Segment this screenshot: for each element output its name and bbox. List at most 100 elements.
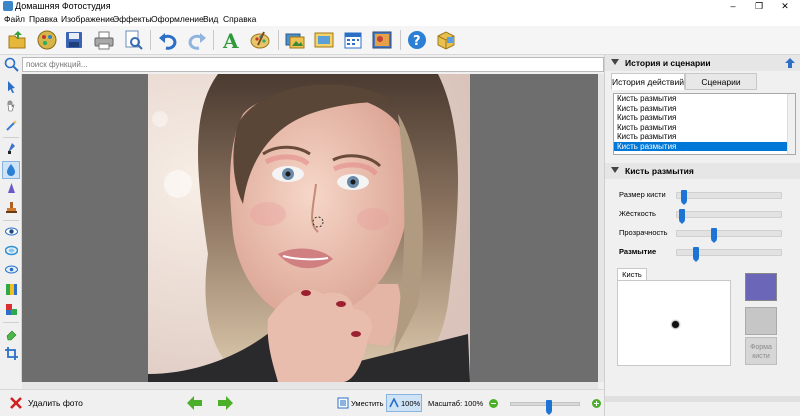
- history-scrollbar[interactable]: [787, 94, 795, 154]
- history-item[interactable]: Кисть размытия: [614, 132, 795, 142]
- delete-photo-button[interactable]: Удалить фото: [8, 395, 98, 411]
- box-icon[interactable]: [435, 29, 457, 51]
- menu-effects[interactable]: Эффекты: [113, 14, 152, 24]
- print-icon[interactable]: [93, 29, 115, 51]
- main-toolbar: A ?: [0, 26, 800, 55]
- next-photo-icon[interactable]: [217, 396, 233, 410]
- hand-icon[interactable]: [5, 99, 18, 112]
- slider-track[interactable]: [676, 247, 782, 262]
- collage-icon[interactable]: [371, 29, 393, 51]
- zoom-slider[interactable]: [510, 400, 580, 415]
- palette-disc-icon[interactable]: [36, 29, 58, 51]
- zoom-value: 100%: [464, 399, 484, 408]
- preview-icon[interactable]: [122, 29, 144, 51]
- history-item[interactable]: Кисть размытия: [614, 141, 795, 151]
- eye-outline-icon[interactable]: [5, 263, 18, 276]
- minimize-button[interactable]: –: [720, 0, 746, 13]
- tool-separator: [3, 220, 19, 221]
- slider-thumb[interactable]: [711, 228, 718, 243]
- smooth-icon[interactable]: [4, 244, 19, 257]
- pointer-icon[interactable]: [5, 80, 18, 94]
- brush-title: Кисть размытия: [625, 166, 694, 176]
- brush-shape-button[interactable]: Форма кисти: [745, 337, 777, 365]
- delete-label: Удалить фото: [28, 398, 83, 408]
- window-title: Домашняя Фотостудия: [15, 1, 111, 11]
- title-bar: Домашняя Фотостудия – ❐ ✕: [0, 0, 800, 13]
- redo-icon[interactable]: [186, 29, 208, 51]
- slider-thumb[interactable]: [681, 190, 688, 205]
- history-item[interactable]: Кисть размытия: [614, 113, 795, 123]
- sharpen-drop-icon[interactable]: [5, 182, 18, 195]
- history-header: История и сценарии: [605, 55, 800, 71]
- calendar-icon[interactable]: [342, 29, 364, 51]
- secondary-color-swatch[interactable]: [745, 307, 777, 335]
- magic-wand-icon[interactable]: [5, 119, 18, 132]
- tool-separator: [3, 322, 19, 323]
- maximize-button[interactable]: ❐: [746, 0, 772, 13]
- slider-track[interactable]: [676, 228, 782, 243]
- history-item[interactable]: Кисть размытия: [614, 123, 795, 133]
- history-list[interactable]: Кисть размытия Кисть размытия Кисть размыт…: [613, 93, 796, 155]
- slider-track[interactable]: [676, 209, 782, 224]
- slider-track[interactable]: [676, 190, 782, 205]
- prev-photo-icon[interactable]: [187, 396, 203, 410]
- history-item[interactable]: Кисть размытия: [614, 94, 795, 104]
- left-toolbar: [0, 74, 22, 382]
- brush-dot: [672, 321, 679, 328]
- menu-help[interactable]: Справка: [223, 14, 256, 24]
- photo[interactable]: [148, 74, 470, 382]
- search-icon[interactable]: [4, 57, 19, 72]
- crop-icon[interactable]: [5, 347, 18, 360]
- menu-image[interactable]: Изображение: [61, 14, 115, 24]
- menu-design[interactable]: Оформление: [151, 14, 204, 24]
- app-icon: [3, 1, 13, 11]
- painter-palette-icon[interactable]: [249, 29, 271, 51]
- stamp-icon[interactable]: [5, 201, 18, 214]
- fit-button[interactable]: Уместить: [337, 396, 383, 410]
- tab-scenarios[interactable]: Сценарии: [685, 73, 757, 90]
- menu-file[interactable]: Файл: [4, 14, 25, 24]
- menu-view[interactable]: Вид: [203, 14, 218, 24]
- undo-icon[interactable]: [157, 29, 179, 51]
- primary-color-swatch[interactable]: [745, 273, 777, 301]
- tab-history[interactable]: История действий: [611, 73, 685, 90]
- blur-drop-icon[interactable]: [2, 161, 20, 179]
- panel-scrollbar[interactable]: [605, 396, 800, 402]
- dropper-icon[interactable]: [5, 142, 18, 155]
- horizontal-scrollbar[interactable]: [22, 382, 598, 389]
- levels-icon[interactable]: [5, 283, 18, 296]
- slider-thumb[interactable]: [679, 209, 686, 224]
- save-icon[interactable]: [63, 29, 85, 51]
- actual-size-label: 100%: [401, 399, 421, 408]
- zoom-label: Масштаб:: [428, 399, 463, 408]
- zoom-out-icon[interactable]: [489, 399, 498, 408]
- actual-size-button[interactable]: 100%: [386, 394, 422, 412]
- image-canvas[interactable]: [22, 74, 598, 382]
- close-button[interactable]: ✕: [772, 0, 798, 13]
- toolbar-separator: [278, 30, 279, 50]
- help-icon[interactable]: ?: [406, 29, 428, 51]
- pin-icon: [785, 58, 795, 68]
- search-input[interactable]: поиск функций...: [22, 57, 604, 72]
- zoom-slider-thumb[interactable]: [546, 400, 553, 415]
- brush-header: Кисть размытия: [605, 163, 800, 179]
- slider-label: Жёсткость: [619, 209, 656, 218]
- open-file-icon[interactable]: [6, 29, 28, 51]
- menu-edit[interactable]: Правка: [29, 14, 58, 24]
- zoom-in-icon[interactable]: [592, 399, 601, 408]
- color-fill-icon[interactable]: [5, 303, 18, 316]
- postcard-icon[interactable]: [313, 29, 335, 51]
- slideshow-icon[interactable]: [284, 29, 306, 51]
- tool-separator: [3, 137, 19, 138]
- delete-icon: [10, 397, 22, 409]
- collapse-icon: [611, 59, 619, 65]
- right-panel: История и сценарии История действий Сцен…: [604, 55, 800, 416]
- bottom-bar: Удалить фото Уместить 100% Масштаб: 100%: [0, 389, 604, 416]
- text-icon[interactable]: A: [220, 29, 242, 53]
- toolbar-separator: [400, 30, 401, 50]
- history-item[interactable]: Кисть размытия: [614, 104, 795, 114]
- red-eye-icon[interactable]: [5, 225, 18, 238]
- slider-thumb[interactable]: [692, 247, 699, 262]
- eraser-icon[interactable]: [5, 328, 18, 341]
- svg-text:A: A: [222, 29, 239, 51]
